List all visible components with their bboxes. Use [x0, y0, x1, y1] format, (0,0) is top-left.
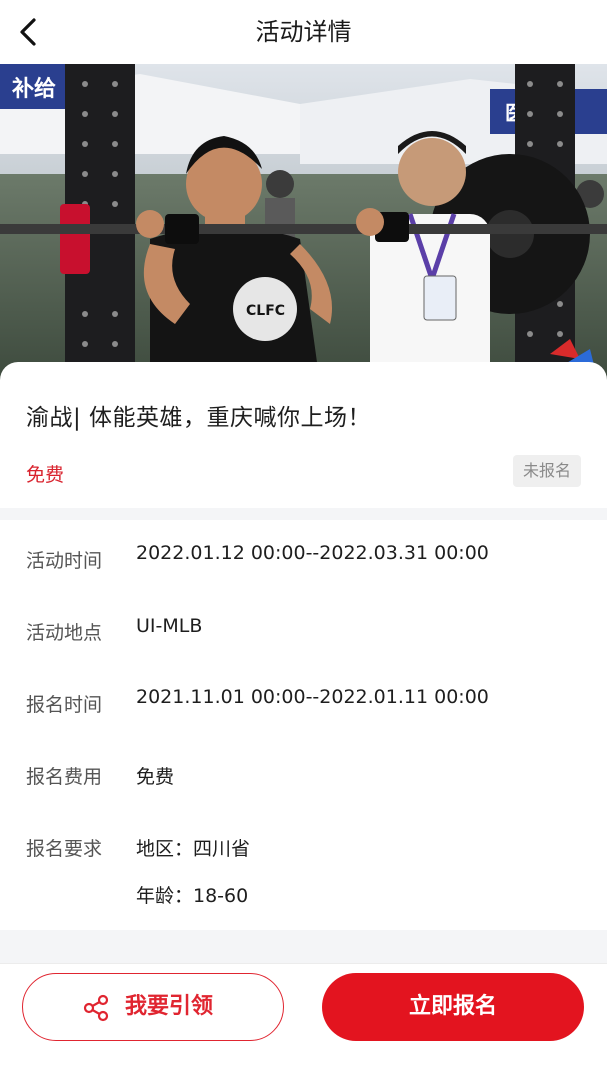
event-price: 免费 — [26, 464, 65, 486]
detail-label-requirements: 报名要求 — [26, 838, 103, 860]
detail-label-signup-time: 报名时间 — [26, 694, 103, 716]
detail-value-location: UI-MLB — [136, 615, 203, 637]
detail-label-signup-fee: 报名费用 — [26, 766, 103, 788]
signup-button[interactable]: 立即报名 — [322, 973, 584, 1041]
detail-label-location: 活动地点 — [26, 622, 103, 644]
event-details-section: 活动时间 2022.01.12 00:00--2022.03.31 00:00 … — [0, 520, 607, 930]
detail-label-event-time: 活动时间 — [26, 550, 103, 572]
detail-value-age: 年龄：18-60 — [136, 885, 249, 907]
claim-button[interactable]: 我要引领 — [22, 973, 284, 1041]
event-cover-image: 补给 医疗救 — [0, 64, 607, 384]
page-title: 活动详情 — [255, 18, 352, 46]
signup-button-label: 立即报名 — [408, 994, 497, 1019]
hero-banner-text-left: 补给 — [11, 76, 56, 102]
share-icon — [83, 994, 109, 1022]
top-nav-bar: 活动详情 — [0, 0, 607, 64]
event-info-card: 渝战| 体能英雄，重庆喊你上场！ 免费 未报名 — [0, 362, 607, 508]
claim-button-label: 我要引领 — [125, 994, 214, 1019]
event-title: 渝战| 体能英雄，重庆喊你上场！ — [26, 405, 372, 431]
detail-value-signup-fee: 免费 — [136, 766, 175, 788]
hero-shirt-text: CLFC — [246, 303, 285, 319]
bottom-action-bar: 我要引领 立即报名 — [0, 963, 607, 1081]
registration-status-badge: 未报名 — [513, 455, 581, 487]
detail-value-event-time: 2022.01.12 00:00--2022.03.31 00:00 — [136, 542, 489, 564]
detail-value-signup-time: 2021.11.01 00:00--2022.01.11 00:00 — [136, 686, 489, 708]
detail-value-region: 地区：四川省 — [136, 838, 251, 860]
